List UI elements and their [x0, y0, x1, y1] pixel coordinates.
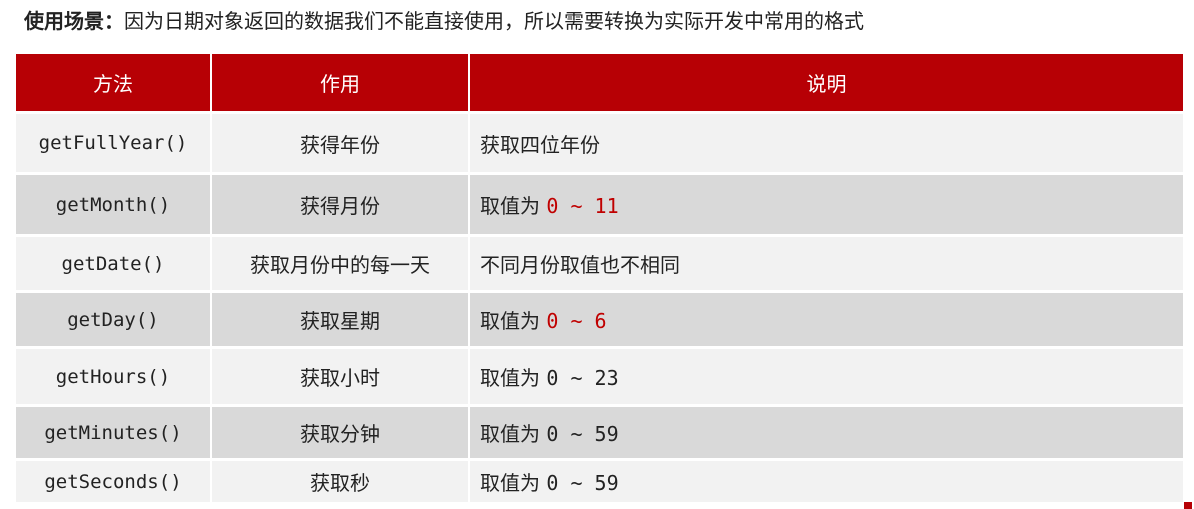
table-row: getDate() 获取月份中的每一天 不同月份取值也不相同: [16, 234, 1183, 290]
table-row: getMonth() 获得月份 取值为 0 ~ 11: [16, 172, 1183, 234]
method-cell: getMinutes(): [16, 404, 212, 458]
description-text: 取值为: [480, 471, 547, 495]
table-row: getMinutes() 获取分钟 取值为 0 ~ 59: [16, 404, 1183, 458]
column-header-method: 方法: [16, 54, 212, 111]
description-text: 取值为: [480, 422, 547, 446]
column-header-use: 作用: [212, 54, 470, 111]
use-cell: 获取秒: [212, 458, 470, 502]
use-cell: 获取星期: [212, 290, 470, 346]
page-heading: 使用场景：因为日期对象返回的数据我们不能直接使用，所以需要转换为实际开发中常用的…: [24, 6, 864, 36]
range-text: 0 ~ 59: [546, 471, 619, 495]
method-cell: getDate(): [16, 234, 212, 290]
description-text: 获取四位年份: [480, 132, 600, 157]
description-cell: 不同月份取值也不相同: [470, 234, 1183, 290]
description-cell: 获取四位年份: [470, 111, 1183, 172]
table-header-row: 方法 作用 说明: [16, 54, 1183, 111]
description-cell: 取值为 0 ~ 11: [470, 172, 1183, 234]
method-cell: getHours(): [16, 346, 212, 404]
method-cell: getSeconds(): [16, 458, 212, 502]
description-text: 不同月份取值也不相同: [480, 253, 680, 277]
description-text: 取值为: [480, 194, 547, 218]
description-cell: 取值为 0 ~ 6: [470, 290, 1183, 346]
range-text: 0 ~ 6: [546, 309, 607, 333]
use-cell: 获得年份: [212, 111, 470, 172]
description-cell: 取值为 0 ~ 59: [470, 458, 1183, 502]
heading-label: 使用场景：: [24, 9, 124, 33]
description-text: 取值为: [480, 309, 547, 333]
description-cell: 取值为 0 ~ 59: [470, 404, 1183, 458]
use-cell: 获取小时: [212, 346, 470, 404]
use-cell: 获取月份中的每一天: [212, 234, 470, 290]
range-text: 0 ~ 11: [546, 194, 619, 218]
method-cell: getMonth(): [16, 172, 212, 234]
table-row: getHours() 获取小时 取值为 0 ~ 23: [16, 346, 1183, 404]
description-cell: 取值为 0 ~ 23: [470, 346, 1183, 404]
date-methods-table: 方法 作用 说明 getFullYear() 获得年份 获取四位年份 getMo…: [16, 54, 1183, 502]
use-cell: 获得月份: [212, 172, 470, 234]
table-row: getSeconds() 获取秒 取值为 0 ~ 59: [16, 458, 1183, 502]
corner-marker: [1184, 502, 1192, 509]
method-cell: getDay(): [16, 290, 212, 346]
table-row: getDay() 获取星期 取值为 0 ~ 6: [16, 290, 1183, 346]
description-text: 取值为: [480, 366, 547, 390]
use-cell: 获取分钟: [212, 404, 470, 458]
table-row: getFullYear() 获得年份 获取四位年份: [16, 111, 1183, 172]
column-header-description: 说明: [470, 54, 1183, 111]
range-text: 0 ~ 23: [546, 366, 619, 390]
range-text: 0 ~ 59: [546, 422, 619, 446]
heading-text: 因为日期对象返回的数据我们不能直接使用，所以需要转换为实际开发中常用的格式: [124, 9, 864, 33]
method-cell: getFullYear(): [16, 111, 212, 172]
